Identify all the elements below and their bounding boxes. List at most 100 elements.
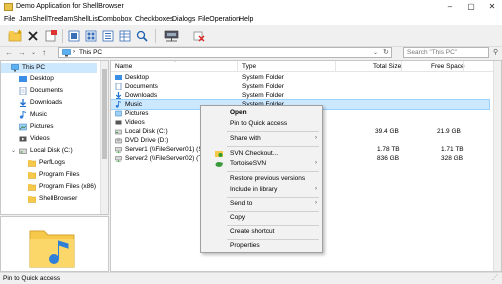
view-list-icon[interactable] [101, 29, 115, 43]
menu-jamshelllist[interactable]: JamShellList [60, 16, 100, 23]
up-arrow-icon[interactable]: ↑ [42, 48, 46, 57]
pc-icon [11, 64, 19, 72]
disconnect-drive-icon[interactable] [192, 29, 206, 43]
menu-dialogs[interactable]: Dialogs [172, 16, 195, 23]
menu-combobox[interactable]: Combobox [98, 16, 132, 23]
search-icon[interactable] [135, 29, 149, 43]
toolbar: ✱ [0, 26, 502, 47]
app-icon [4, 3, 13, 11]
videos-icon [19, 135, 27, 143]
menu-item-pin-to-quick-access[interactable]: Pin to Quick access [230, 120, 287, 127]
tree-item-shellbrowser[interactable]: ShellBrowser [1, 194, 97, 204]
tree-scrollbar[interactable] [100, 61, 108, 214]
title-bar: Demo Application for ShellBrowser – ▢ ✕ [0, 0, 502, 14]
tortoisesvn-icon [215, 162, 223, 167]
pictures-icon [115, 110, 122, 117]
submenu-arrow-icon: › [315, 186, 317, 192]
tree-item-desktop[interactable]: Desktop [1, 74, 97, 84]
documents-icon [19, 86, 27, 96]
close-window-button[interactable]: ✕ [482, 0, 502, 14]
documents-icon [115, 82, 122, 91]
search-placeholder: Search "This PC" [407, 49, 458, 56]
delete-icon[interactable] [26, 29, 40, 43]
list-row-documents[interactable]: Documents System Folder [111, 82, 489, 91]
tree-item-videos[interactable]: Videos [1, 134, 97, 144]
search-icon[interactable]: ⚲ [493, 48, 498, 56]
downloads-icon [19, 99, 27, 107]
list-row-downloads[interactable]: Downloads System Folder [111, 91, 489, 100]
resize-grip-icon[interactable]: ⋰ [492, 274, 498, 281]
submenu-arrow-icon: › [315, 200, 317, 206]
address-row: ← → ⌄ ↑ › This PC ⌄ ↻ Search "This PC" ⚲ [0, 46, 502, 60]
recent-chevron-icon[interactable]: ⌄ [31, 49, 36, 56]
network-drive-icon[interactable] [163, 29, 181, 43]
music-folder-preview-icon [29, 230, 75, 268]
menu-jamshelltree[interactable]: JamShellTree [19, 16, 62, 23]
menu-item-properties[interactable]: Properties [230, 242, 260, 249]
column-name[interactable]: Name [115, 63, 132, 70]
menu-item-send-to[interactable]: Send to [230, 200, 252, 207]
tree-item-pictures[interactable]: Pictures [1, 122, 97, 132]
submenu-arrow-icon: › [315, 160, 317, 166]
pictures-icon [19, 123, 27, 131]
menu-file[interactable]: File [4, 16, 15, 23]
folder-icon [27, 195, 37, 203]
tree-item-program-files-x86[interactable]: Program Files (x86) [1, 182, 97, 192]
refresh-icon[interactable]: ↻ [383, 48, 389, 56]
desktop-icon [19, 75, 27, 83]
menu-item-svn-checkout[interactable]: SVN Checkout... [230, 150, 278, 157]
address-bar[interactable]: › This PC ⌄ ↻ [58, 47, 392, 58]
expand-chevron-icon[interactable]: ⌄ [11, 147, 16, 154]
column-total-size[interactable]: Total Size [373, 63, 401, 70]
column-type[interactable]: Type [242, 63, 256, 70]
menu-checkboxes[interactable]: Checkboxes [135, 16, 174, 23]
minimize-button[interactable]: – [440, 0, 460, 14]
menu-item-tortoisesvn[interactable]: TortoiseSVN [230, 160, 266, 167]
forward-arrow-icon[interactable]: → [18, 48, 26, 57]
menu-item-share-with[interactable]: Share with [230, 135, 261, 142]
folder-tree[interactable]: This PC Desktop Documents Downloads Musi… [0, 60, 109, 215]
properties-icon[interactable] [44, 29, 58, 43]
menu-item-copy[interactable]: Copy [230, 214, 245, 221]
tree-item-this-pc[interactable]: This PC [1, 63, 97, 73]
column-free-space[interactable]: Free Space [431, 63, 465, 70]
address-location[interactable]: This PC [79, 49, 102, 56]
desktop-icon [115, 74, 122, 81]
disk-icon [19, 147, 27, 155]
menu-item-include-in-library[interactable]: Include in library [230, 186, 277, 193]
tree-item-documents[interactable]: Documents [1, 86, 97, 96]
menu-item-restore-previous-versions[interactable]: Restore previous versions [230, 175, 305, 182]
videos-icon [115, 119, 122, 126]
context-menu: Open Pin to Quick access Share with › SV… [200, 105, 323, 253]
menu-item-open[interactable]: Open [230, 109, 247, 116]
tree-item-downloads[interactable]: Downloads [1, 98, 97, 108]
address-dropdown-icon[interactable]: ⌄ [373, 49, 378, 56]
tree-item-perflogs[interactable]: PerfLogs [1, 158, 97, 168]
new-folder-icon[interactable]: ✱ [8, 29, 22, 43]
search-input[interactable]: Search "This PC" [403, 47, 489, 58]
breadcrumb-separator: › [73, 49, 75, 55]
menu-bar: File JamShellTree JamShellList Combobox … [0, 14, 502, 25]
menu-fileoperation[interactable]: FileOperation [198, 16, 240, 23]
preview-pane [0, 216, 109, 272]
view-details-icon[interactable] [118, 29, 132, 43]
view-large-icons-icon[interactable] [67, 29, 81, 43]
list-row-desktop[interactable]: Desktop System Folder [111, 73, 489, 82]
menu-item-create-shortcut[interactable]: Create shortcut [230, 228, 274, 235]
disk-icon [115, 128, 122, 135]
submenu-arrow-icon: › [315, 135, 317, 141]
music-icon [115, 100, 122, 108]
status-text: Pin to Quick access [3, 275, 61, 282]
sort-arrow-icon: ⌃ [173, 60, 178, 66]
network-drive-icon [115, 155, 122, 163]
view-small-icons-icon[interactable] [84, 29, 98, 43]
list-scrollbar[interactable] [493, 61, 501, 271]
tree-item-local-disk[interactable]: ⌄ Local Disk (C:) [1, 146, 97, 156]
svg-text:✱: ✱ [17, 29, 22, 36]
back-arrow-icon[interactable]: ← [5, 48, 13, 57]
tree-item-music[interactable]: Music [1, 110, 97, 120]
svn-checkout-icon [215, 151, 223, 157]
tree-item-program-files[interactable]: Program Files [1, 170, 97, 180]
menu-help[interactable]: Help [239, 16, 253, 23]
maximize-button[interactable]: ▢ [461, 0, 481, 14]
